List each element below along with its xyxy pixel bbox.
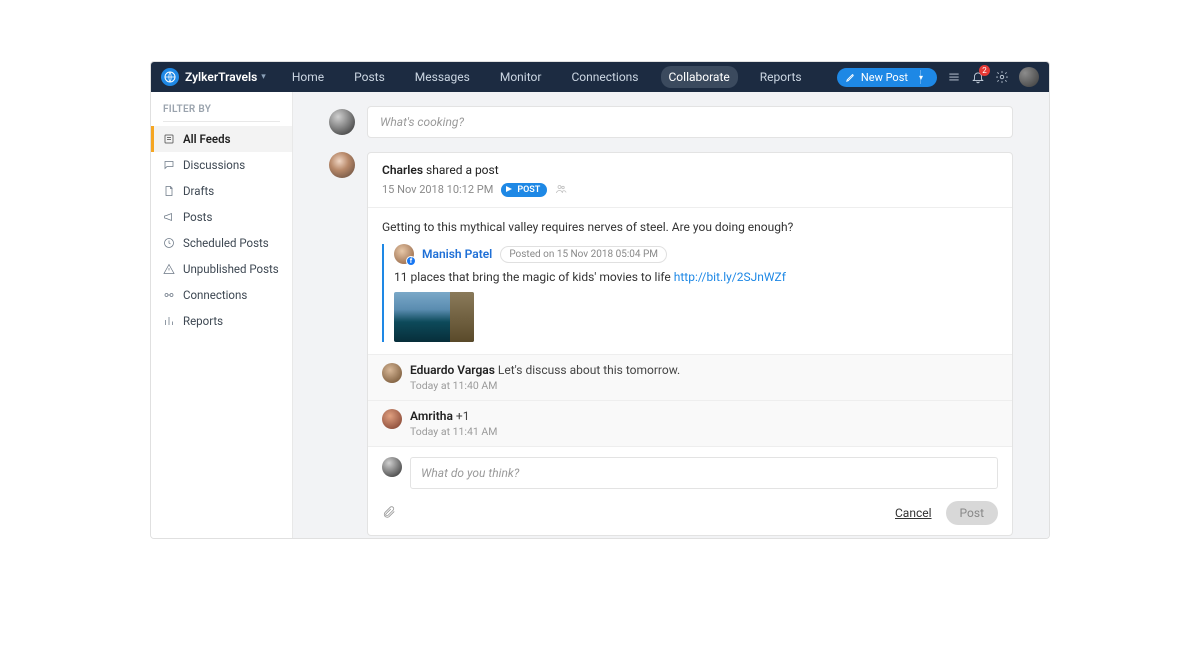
reply-avatar (382, 457, 402, 477)
new-post-button[interactable]: New Post ▾ (837, 68, 937, 87)
settings-icon[interactable] (995, 70, 1009, 84)
comment-text: Let's discuss about this tomorrow. (498, 363, 680, 377)
sidebar-item-scheduled-posts[interactable]: Scheduled Posts (151, 230, 292, 256)
sidebar-item-label: Drafts (183, 184, 214, 198)
post-body-text: Getting to this mythical valley requires… (382, 220, 998, 234)
facebook-overlay-icon: f (406, 256, 416, 266)
sidebar-item-reports[interactable]: Reports (151, 308, 292, 334)
user-avatar[interactable] (1019, 67, 1039, 87)
nav-item-messages[interactable]: Messages (407, 66, 478, 88)
nav-item-posts[interactable]: Posts (346, 66, 393, 88)
draft-icon (163, 185, 175, 197)
embed-meta: Posted on 15 Nov 2018 05:04 PM (500, 246, 667, 263)
comment-time: Today at 11:41 AM (410, 425, 497, 438)
sidebar-item-drafts[interactable]: Drafts (151, 178, 292, 204)
compose-input[interactable]: What's cooking? (367, 106, 1013, 138)
compose-avatar (329, 109, 355, 135)
post-headline: Charles shared a post (382, 163, 998, 177)
sidebar: FILTER BY All Feeds Discussions Drafts Post… (151, 92, 293, 538)
sidebar-item-label: Connections (183, 288, 247, 302)
comment: Amritha +1 Today at 11:41 AM (368, 400, 1012, 446)
nav-item-reports[interactable]: Reports (752, 66, 810, 88)
comment-avatar (382, 409, 402, 429)
post-type-badge: POST (501, 183, 547, 197)
sidebar-item-label: All Feeds (183, 132, 230, 146)
feeds-icon (163, 133, 175, 145)
embed-author-name[interactable]: Manish Patel (422, 247, 492, 261)
megaphone-icon (163, 211, 175, 223)
post-timestamp: 15 Nov 2018 10:12 PM (382, 183, 493, 196)
new-post-label: New Post (861, 71, 908, 84)
brand-logo-icon (161, 68, 179, 86)
sidebar-item-all-feeds[interactable]: All Feeds (151, 126, 292, 152)
warning-icon (163, 263, 175, 275)
sidebar-item-posts[interactable]: Posts (151, 204, 292, 230)
sidebar-title: FILTER BY (151, 92, 292, 121)
comment: Eduardo Vargas Let's discuss about this … (368, 354, 1012, 400)
attachment-icon[interactable] (382, 504, 396, 523)
brand-name[interactable]: ZylkerTravels (185, 70, 257, 84)
sidebar-item-discussions[interactable]: Discussions (151, 152, 292, 178)
comment-text: +1 (456, 409, 470, 423)
comment-time: Today at 11:40 AM (410, 379, 680, 392)
post-author-name[interactable]: Charles (382, 163, 423, 177)
comments-section: Eduardo Vargas Let's discuss about this … (368, 354, 1012, 446)
post-action: shared a post (426, 163, 499, 177)
post-card: Charles shared a post 15 Nov 2018 10:12 … (367, 152, 1013, 536)
sidebar-item-label: Posts (183, 210, 212, 224)
comment-avatar (382, 363, 402, 383)
sidebar-item-label: Unpublished Posts (183, 262, 279, 276)
embed-link[interactable]: http://bit.ly/2SJnWZf (674, 270, 786, 284)
new-post-caret-icon[interactable]: ▾ (919, 73, 923, 82)
topbar: ZylkerTravels ▾ Home Posts Messages Monitor… (151, 62, 1049, 92)
sidebar-item-label: Discussions (183, 158, 245, 172)
sidebar-item-connections[interactable]: Connections (151, 282, 292, 308)
nav-item-connections[interactable]: Connections (563, 66, 646, 88)
comment-author[interactable]: Eduardo Vargas (410, 363, 495, 377)
post-author-avatar (329, 152, 355, 178)
nav-item-home[interactable]: Home (284, 66, 332, 88)
cancel-button[interactable]: Cancel (895, 506, 932, 520)
notifications-icon[interactable]: 2 (971, 70, 985, 84)
brand-dropdown-caret[interactable]: ▾ (261, 72, 266, 82)
notification-badge: 2 (979, 65, 990, 76)
sidebar-item-label: Reports (183, 314, 223, 328)
main-content: What's cooking? Charles shared a post 15… (293, 92, 1049, 538)
clock-icon (163, 237, 175, 249)
embed-text: 11 places that bring the magic of kids' … (394, 270, 998, 284)
sidebar-item-unpublished-posts[interactable]: Unpublished Posts (151, 256, 292, 282)
reply-input[interactable]: What do you think? (410, 457, 998, 489)
nav-item-monitor[interactable]: Monitor (492, 66, 550, 88)
comment-author[interactable]: Amritha (410, 409, 453, 423)
audience-icon[interactable] (555, 180, 567, 199)
nav-items: Home Posts Messages Monitor Connections Colla… (284, 66, 810, 88)
list-icon[interactable] (947, 70, 961, 84)
divider (163, 121, 280, 122)
sidebar-item-label: Scheduled Posts (183, 236, 269, 250)
connections-icon (163, 289, 175, 301)
chat-icon (163, 159, 175, 171)
nav-item-collaborate[interactable]: Collaborate (661, 66, 738, 88)
embed-image[interactable] (394, 292, 474, 342)
post-button[interactable]: Post (946, 501, 998, 525)
reports-icon (163, 315, 175, 327)
embedded-post: f Manish Patel Posted on 15 Nov 2018 05:… (382, 244, 998, 342)
